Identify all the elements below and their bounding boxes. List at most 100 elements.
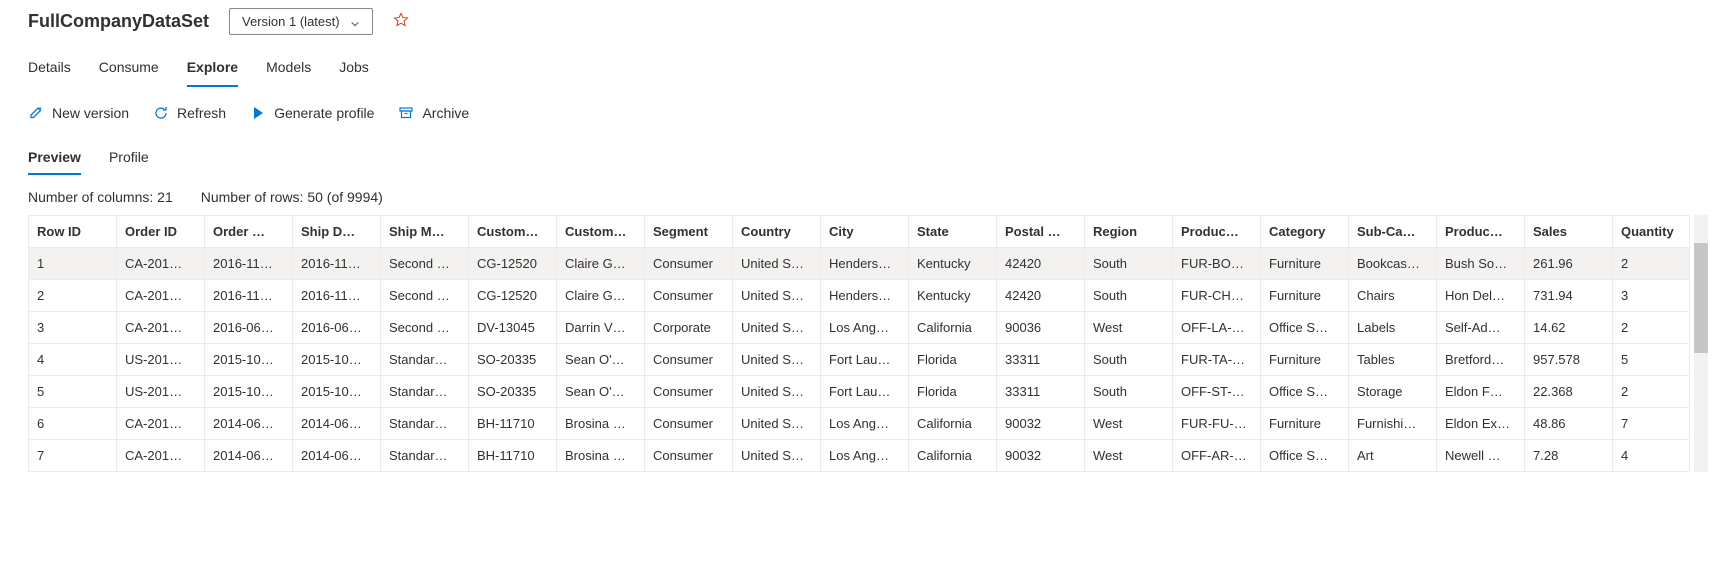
table-cell: United S… [733, 248, 821, 280]
table-cell: Brosina … [557, 408, 645, 440]
table-cell: Second … [381, 280, 469, 312]
table-cell: Consumer [645, 440, 733, 472]
sub-tab-preview[interactable]: Preview [28, 145, 81, 175]
column-header[interactable]: Produc… [1173, 216, 1261, 248]
column-header[interactable]: Postal … [997, 216, 1085, 248]
table-row[interactable]: 3CA-201…2016-06…2016-06…Second …DV-13045… [29, 312, 1690, 344]
table-cell: 22.368 [1525, 376, 1613, 408]
table-cell: Sean O'… [557, 344, 645, 376]
generate-profile-button[interactable]: Generate profile [250, 105, 374, 121]
table-cell: 2016-06… [293, 312, 381, 344]
table-cell: CA-201… [117, 440, 205, 472]
table-cell: CA-201… [117, 408, 205, 440]
table-cell: 2016-11… [293, 280, 381, 312]
table-cell: 2 [1613, 248, 1690, 280]
table-cell: CA-201… [117, 248, 205, 280]
column-header[interactable]: Row ID [29, 216, 117, 248]
table-row[interactable]: 7CA-201…2014-06…2014-06…Standar…BH-11710… [29, 440, 1690, 472]
table-row[interactable]: 1CA-201…2016-11…2016-11…Second …CG-12520… [29, 248, 1690, 280]
column-header[interactable]: Order ID [117, 216, 205, 248]
column-header[interactable]: Quantity [1613, 216, 1690, 248]
new-version-button[interactable]: New version [28, 105, 129, 121]
table-cell: United S… [733, 408, 821, 440]
table-cell: Office S… [1261, 376, 1349, 408]
column-header[interactable]: Country [733, 216, 821, 248]
table-cell: California [909, 408, 997, 440]
table-cell: FUR-BO… [1173, 248, 1261, 280]
column-header[interactable]: Order … [205, 216, 293, 248]
table-cell: 1 [29, 248, 117, 280]
table-cell: South [1085, 344, 1173, 376]
table-cell: Bush So… [1437, 248, 1525, 280]
table-cell: 14.62 [1525, 312, 1613, 344]
table-row[interactable]: 2CA-201…2016-11…2016-11…Second …CG-12520… [29, 280, 1690, 312]
table-cell: Furniture [1261, 248, 1349, 280]
tab-consume[interactable]: Consume [99, 53, 159, 87]
tab-jobs[interactable]: Jobs [339, 53, 369, 87]
column-header[interactable]: State [909, 216, 997, 248]
refresh-icon [153, 105, 169, 121]
table-cell: SO-20335 [469, 376, 557, 408]
table-cell: Claire G… [557, 280, 645, 312]
column-header[interactable]: Sales [1525, 216, 1613, 248]
nav-tabs: Details Consume Explore Models Jobs [28, 53, 1690, 87]
column-header[interactable]: City [821, 216, 909, 248]
refresh-button[interactable]: Refresh [153, 105, 226, 121]
table-cell: 2 [1613, 312, 1690, 344]
table-cell: Furniture [1261, 344, 1349, 376]
table-cell: Eldon F… [1437, 376, 1525, 408]
archive-icon [398, 105, 414, 121]
table-cell: 2 [1613, 376, 1690, 408]
table-cell: Standar… [381, 440, 469, 472]
table-cell: US-201… [117, 344, 205, 376]
table-cell: 48.86 [1525, 408, 1613, 440]
version-dropdown[interactable]: Version 1 (latest) [229, 8, 373, 35]
table-cell: 90036 [997, 312, 1085, 344]
tab-models[interactable]: Models [266, 53, 311, 87]
table-cell: 3 [29, 312, 117, 344]
column-header[interactable]: Produc… [1437, 216, 1525, 248]
column-header[interactable]: Ship D… [293, 216, 381, 248]
column-header[interactable]: Category [1261, 216, 1349, 248]
vertical-scrollbar[interactable] [1694, 215, 1708, 472]
favorite-star-button[interactable] [393, 12, 409, 31]
column-header[interactable]: Custom… [469, 216, 557, 248]
table-cell: 2015-10… [293, 344, 381, 376]
table-cell: Corporate [645, 312, 733, 344]
sub-tabs: Preview Profile [28, 145, 1690, 175]
table-cell: Standar… [381, 344, 469, 376]
column-header[interactable]: Segment [645, 216, 733, 248]
table-cell: BH-11710 [469, 440, 557, 472]
table-cell: FUR-TA-… [1173, 344, 1261, 376]
data-table: Row IDOrder IDOrder …Ship D…Ship M…Custo… [28, 215, 1690, 472]
table-cell: 7 [29, 440, 117, 472]
sub-tab-profile[interactable]: Profile [109, 145, 149, 175]
table-cell: CA-201… [117, 280, 205, 312]
table-cell: Los Ang… [821, 312, 909, 344]
table-cell: OFF-AR-… [1173, 440, 1261, 472]
table-cell: Tables [1349, 344, 1437, 376]
column-header[interactable]: Sub-Ca… [1349, 216, 1437, 248]
tab-details[interactable]: Details [28, 53, 71, 87]
table-cell: Standar… [381, 408, 469, 440]
table-row[interactable]: 4US-201…2015-10…2015-10…Standar…SO-20335… [29, 344, 1690, 376]
archive-button[interactable]: Archive [398, 105, 469, 121]
table-cell: Second … [381, 312, 469, 344]
column-header[interactable]: Custom… [557, 216, 645, 248]
tab-explore[interactable]: Explore [187, 53, 238, 87]
column-header[interactable]: Region [1085, 216, 1173, 248]
table-cell: California [909, 312, 997, 344]
column-header[interactable]: Ship M… [381, 216, 469, 248]
table-cell: Henders… [821, 280, 909, 312]
table-cell: West [1085, 312, 1173, 344]
scrollbar-thumb[interactable] [1694, 243, 1708, 353]
table-row[interactable]: 5US-201…2015-10…2015-10…Standar…SO-20335… [29, 376, 1690, 408]
generate-profile-label: Generate profile [274, 105, 374, 121]
table-row[interactable]: 6CA-201…2014-06…2014-06…Standar…BH-11710… [29, 408, 1690, 440]
version-label: Version 1 (latest) [242, 14, 340, 29]
edit-icon [28, 105, 44, 121]
table-cell: Fort Lau… [821, 344, 909, 376]
table-cell: United S… [733, 376, 821, 408]
table-cell: 2014-06… [205, 440, 293, 472]
table-cell: FUR-CH… [1173, 280, 1261, 312]
